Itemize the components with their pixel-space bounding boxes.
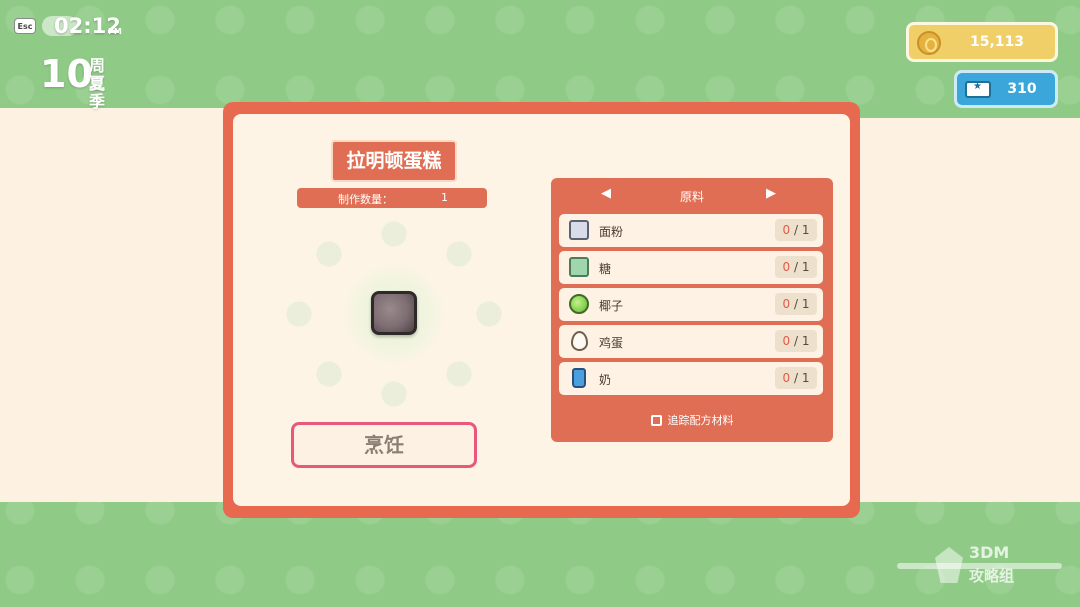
ingredient-have: 0 xyxy=(782,371,791,385)
ingredient-count: 0 / 1 xyxy=(775,330,817,352)
next-page-icon[interactable]: ▶ xyxy=(766,186,776,201)
ingredient-row[interactable]: 奶 0 / 1 xyxy=(559,362,823,395)
ingredient-name: 鸡蛋 xyxy=(599,336,624,350)
ingredient-need: / 1 xyxy=(790,371,810,385)
ingredient-count: 0 / 1 xyxy=(775,256,817,278)
milk-icon xyxy=(572,368,586,388)
gold-value: 15,113 xyxy=(969,34,1025,50)
ingredient-row[interactable]: 糖 0 / 1 xyxy=(559,251,823,284)
ingredient-name: 奶 xyxy=(599,373,612,387)
ingredient-row[interactable]: 鸡蛋 0 / 1 xyxy=(559,325,823,358)
ingredient-need: / 1 xyxy=(790,260,810,274)
ingredient-need: / 1 xyxy=(790,334,810,348)
ingredient-have: 0 xyxy=(782,223,791,237)
ingredient-row[interactable]: 椰子 0 / 1 xyxy=(559,288,823,321)
ticket-counter: 310 xyxy=(954,70,1058,108)
ingredient-name: 糖 xyxy=(599,262,612,276)
quantity-value[interactable]: 1 xyxy=(441,191,448,204)
quantity-bar: 制作数量： 1 xyxy=(297,188,487,208)
track-label: 追踪配方材料 xyxy=(667,414,734,427)
ticket-value: 310 xyxy=(1007,81,1037,97)
cook-button[interactable]: 烹饪 xyxy=(291,422,477,468)
ingredients-header: ◀ 原料 ▶ xyxy=(551,184,833,208)
ingredient-count: 0 / 1 xyxy=(775,367,817,389)
recipe-title: 拉明顿蛋糕 xyxy=(331,140,457,182)
cooking-panel-inner: 拉明顿蛋糕 制作数量： 1 烹饪 ◀ 原料 ▶ 面粉 0 / 1 糖 0 / 1… xyxy=(233,114,850,506)
track-materials-toggle[interactable]: 追踪配方材料 xyxy=(551,412,833,428)
watermark-line2: 攻略组 xyxy=(969,567,1015,585)
ingredient-count: 0 / 1 xyxy=(775,293,817,315)
ingredient-row[interactable]: 面粉 0 / 1 xyxy=(559,214,823,247)
lamington-cake-icon xyxy=(371,291,417,335)
calendar-season: 夏季 xyxy=(89,74,106,111)
ingredient-have: 0 xyxy=(782,260,791,274)
ingredient-have: 0 xyxy=(782,334,791,348)
watermark: 3DM 攻略组 xyxy=(897,543,1067,591)
ingredient-name: 椰子 xyxy=(599,299,624,313)
sugar-icon xyxy=(569,257,589,277)
coconut-icon xyxy=(569,294,589,314)
watermark-emblem-icon xyxy=(935,547,963,583)
egg-icon xyxy=(571,331,588,351)
coin-icon xyxy=(917,31,941,55)
watermark-line1: 3DM xyxy=(969,543,1010,562)
ticket-icon xyxy=(965,81,991,98)
cooking-panel: 拉明顿蛋糕 制作数量： 1 烹饪 ◀ 原料 ▶ 面粉 0 / 1 糖 0 / 1… xyxy=(223,102,860,518)
track-checkbox[interactable] xyxy=(650,415,662,426)
ingredient-need: / 1 xyxy=(790,297,810,311)
gold-counter: 15,113 xyxy=(906,22,1058,62)
clock-ampm: PM xyxy=(108,27,122,36)
esc-button[interactable]: Esc xyxy=(14,18,36,34)
ingredient-need: / 1 xyxy=(790,223,810,237)
ingredient-have: 0 xyxy=(782,297,791,311)
ingredients-list: 面粉 0 / 1 糖 0 / 1 椰子 0 / 1 鸡蛋 0 / 1 奶 0 /… xyxy=(559,214,823,399)
dish-preview xyxy=(269,214,519,414)
calendar-day: 10 xyxy=(40,52,93,96)
ingredients-panel: ◀ 原料 ▶ 面粉 0 / 1 糖 0 / 1 椰子 0 / 1 鸡蛋 0 / … xyxy=(551,178,833,442)
flour-icon xyxy=(569,220,589,240)
ingredient-name: 面粉 xyxy=(599,225,624,239)
ingredient-count: 0 / 1 xyxy=(775,219,817,241)
ingredients-title: 原料 xyxy=(679,190,704,204)
quantity-label: 制作数量： xyxy=(338,193,393,206)
